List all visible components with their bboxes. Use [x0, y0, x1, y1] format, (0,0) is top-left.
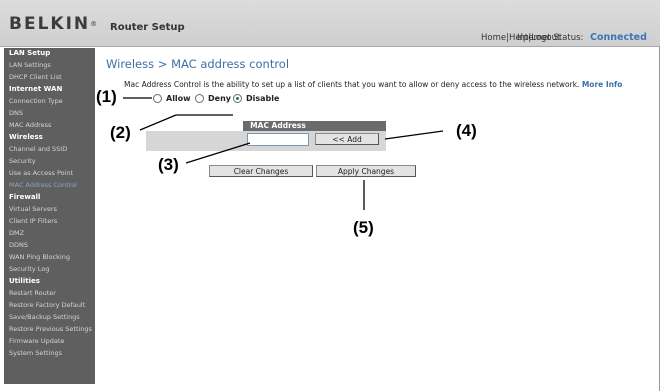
- internet-status-label: Internet Status:: [517, 33, 584, 43]
- sidebar-item-restart-router[interactable]: Restart Router: [9, 289, 56, 297]
- sidebar-item-security-log[interactable]: Security Log: [9, 265, 49, 273]
- clear-changes-button[interactable]: Clear Changes: [209, 165, 313, 177]
- table-header-action: [313, 121, 386, 131]
- sidebar-item-save-backup-settings[interactable]: Save/Backup Settings: [9, 313, 80, 321]
- disable-label: Disable: [246, 94, 280, 103]
- callout-2: (2): [110, 123, 131, 142]
- logo-trademark: ®: [90, 20, 98, 28]
- sidebar-nav: LAN Setup LAN Settings DHCP Client List Int…: [4, 48, 95, 384]
- mac-address-column-header: MAC Address: [243, 121, 313, 131]
- router-page: BELKIN® Router Setup Home|Help|Logout In…: [0, 0, 660, 391]
- callout-4: (4): [456, 121, 477, 140]
- callout-line-4: [384, 130, 444, 140]
- sidebar-item-system-settings[interactable]: System Settings: [9, 349, 62, 357]
- sidebar-item-use-as-access-point[interactable]: Use as Access Point: [9, 169, 73, 177]
- sidebar-section-internet-wan: Internet WAN: [9, 85, 63, 93]
- page-description: Mac Address Control is the ability to se…: [124, 80, 623, 89]
- page-title: Wireless > MAC address control: [106, 57, 290, 71]
- apply-changes-button[interactable]: Apply Changes: [316, 165, 416, 177]
- sidebar-item-mac-address-control[interactable]: MAC Address Control: [9, 181, 77, 189]
- allow-radio[interactable]: [153, 94, 162, 103]
- belkin-logo: BELKIN®: [9, 14, 98, 34]
- sidebar-item-restore-factory-default[interactable]: Restore Factory Default: [9, 301, 85, 309]
- sidebar-item-lan-settings[interactable]: LAN Settings: [9, 61, 51, 69]
- sidebar-item-connection-type[interactable]: Connection Type: [9, 97, 63, 105]
- deny-label: Deny: [208, 94, 231, 103]
- sidebar-item-dns[interactable]: DNS: [9, 109, 23, 117]
- sidebar-item-dmz[interactable]: DMZ: [9, 229, 24, 237]
- sidebar-item-client-ip-filters[interactable]: Client IP Filters: [9, 217, 57, 225]
- sidebar-item-virtual-servers[interactable]: Virtual Servers: [9, 205, 57, 213]
- sidebar-item-channel-and-ssid[interactable]: Channel and SSID: [9, 145, 67, 153]
- allow-label: Allow: [166, 94, 191, 103]
- sidebar-item-wan-ping-blocking[interactable]: WAN Ping Blocking: [9, 253, 70, 261]
- deny-radio[interactable]: [195, 94, 204, 103]
- sidebar-section-lan-setup: LAN Setup: [9, 49, 51, 57]
- callout-3: (3): [158, 155, 179, 174]
- home-link[interactable]: Home: [481, 33, 506, 43]
- sidebar-item-firmware-update[interactable]: Firmware Update: [9, 337, 64, 345]
- mac-address-input[interactable]: [247, 133, 309, 146]
- callout-1: (1): [96, 87, 117, 106]
- callout-5: (5): [353, 218, 374, 237]
- internet-status-value: Connected: [590, 32, 647, 43]
- sidebar-item-mac-address[interactable]: MAC Address: [9, 121, 51, 129]
- sidebar-section-wireless: Wireless: [9, 133, 43, 141]
- app-title: Router Setup: [110, 22, 185, 33]
- table-header-blank: [146, 121, 243, 131]
- callout-lines: [123, 97, 444, 210]
- sidebar-item-restore-previous-settings[interactable]: Restore Previous Settings: [9, 325, 92, 333]
- sidebar-item-ddns[interactable]: DDNS: [9, 241, 28, 249]
- disable-radio[interactable]: [233, 94, 242, 103]
- sidebar-item-security[interactable]: Security: [9, 157, 36, 165]
- header-bar: BELKIN® Router Setup Home|Help|Logout In…: [0, 0, 660, 47]
- sidebar-item-dhcp-client-list[interactable]: DHCP Client List: [9, 73, 62, 81]
- sidebar-section-utilities: Utilities: [9, 277, 40, 285]
- more-info-link[interactable]: More Info: [582, 80, 623, 89]
- sidebar-section-firewall: Firewall: [9, 193, 41, 201]
- add-button[interactable]: << Add: [315, 133, 379, 145]
